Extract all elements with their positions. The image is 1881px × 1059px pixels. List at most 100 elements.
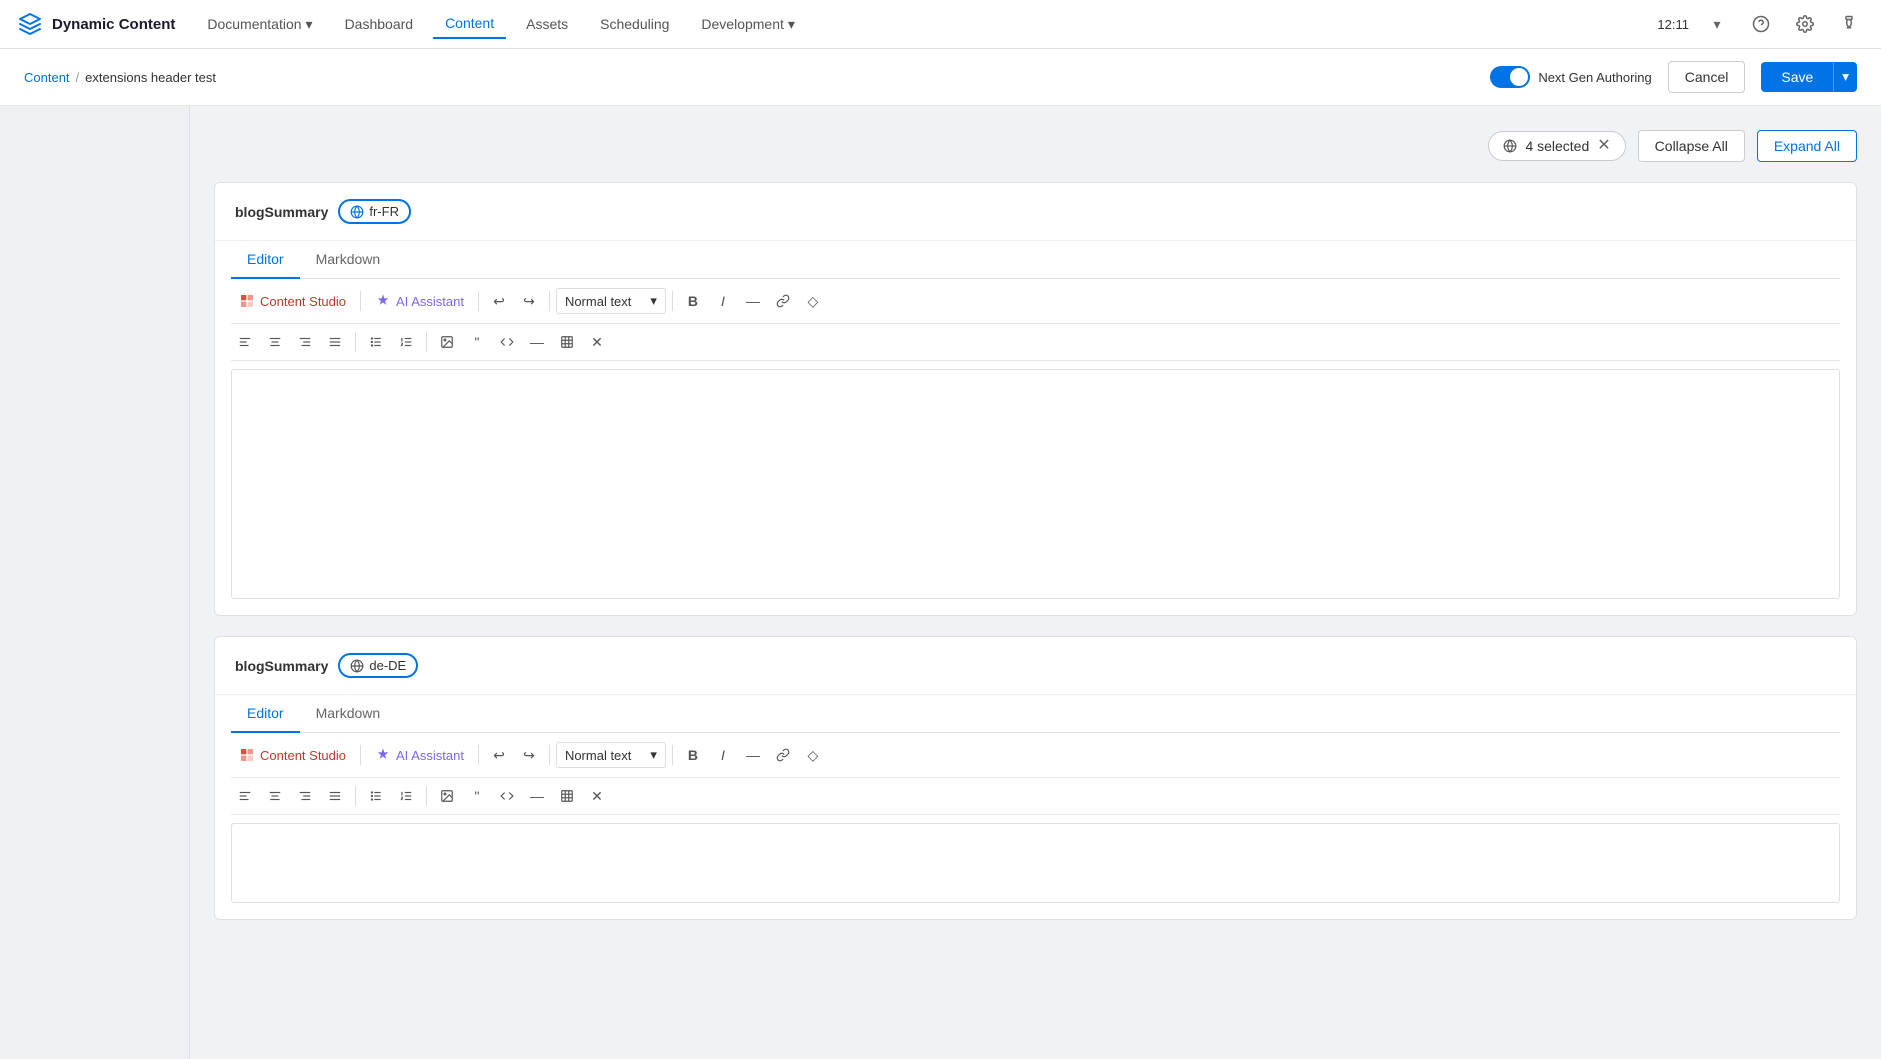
text-format-label-2: Normal text — [565, 748, 631, 763]
italic-button-2[interactable]: I — [709, 741, 737, 769]
current-time: 12:11 — [1657, 17, 1689, 32]
code-btn-1[interactable] — [493, 328, 521, 356]
quote-btn-1[interactable]: " — [463, 328, 491, 356]
clear-format-btn-2[interactable]: ✕ — [583, 782, 611, 810]
tab-editor-2-label: Editor — [247, 705, 284, 721]
image-btn-2[interactable] — [433, 782, 461, 810]
divider-btn-1[interactable]: — — [523, 328, 551, 356]
ol-btn-1[interactable] — [392, 328, 420, 356]
quote-btn-2[interactable]: " — [463, 782, 491, 810]
align-center-btn-1[interactable] — [261, 328, 289, 356]
editor-toolbar-row2-2: " — ✕ — [231, 778, 1840, 815]
text-format-select-1[interactable]: Normal text ▾ — [556, 288, 666, 314]
time-dropdown-icon[interactable]: ▾ — [1701, 8, 1733, 40]
globe-icon-de — [350, 659, 364, 673]
content-studio-button-2[interactable]: Content Studio — [231, 743, 354, 767]
tab-markdown-2[interactable]: Markdown — [300, 695, 397, 733]
align-right-btn-2[interactable] — [291, 782, 319, 810]
ai-assistant-button-1[interactable]: AI Assistant — [367, 289, 472, 313]
locale-selector[interactable]: 4 selected ✕ — [1488, 131, 1625, 161]
justify-btn-2[interactable] — [321, 782, 349, 810]
collapse-all-button[interactable]: Collapse All — [1638, 130, 1745, 162]
next-gen-authoring-toggle[interactable] — [1490, 66, 1530, 88]
align-center-btn-2[interactable] — [261, 782, 289, 810]
locale-clear-icon[interactable]: ✕ — [1597, 138, 1610, 154]
editor-tabs-2: Editor Markdown — [231, 695, 1840, 733]
save-button[interactable]: Save — [1761, 62, 1833, 92]
ul-btn-1[interactable] — [362, 328, 390, 356]
ol-btn-2[interactable] — [392, 782, 420, 810]
app-logo[interactable] — [16, 10, 44, 38]
field-card-1: blogSummary fr-FR Editor Markdown — [214, 182, 1857, 616]
undo-button-1[interactable]: ↩ — [485, 287, 513, 315]
clear-format-btn-1[interactable]: ✕ — [583, 328, 611, 356]
breadcrumb-current: extensions header test — [85, 70, 216, 85]
redo-button-2[interactable]: ↪ — [515, 741, 543, 769]
main-layout: 4 selected ✕ Collapse All Expand All blo… — [0, 106, 1881, 1059]
editor-wrap-2: Editor Markdown Con — [215, 695, 1856, 919]
table-btn-1[interactable] — [553, 328, 581, 356]
bold-button-1[interactable]: B — [679, 287, 707, 315]
field-name-2: blogSummary — [235, 658, 328, 674]
breadcrumb-root[interactable]: Content — [24, 70, 70, 85]
align-right-btn-1[interactable] — [291, 328, 319, 356]
toggle-knob — [1510, 68, 1528, 86]
editor-body-2[interactable] — [231, 823, 1840, 903]
nav-item-scheduling[interactable]: Scheduling — [588, 10, 681, 38]
link-button-2[interactable] — [769, 741, 797, 769]
ai-assistant-label-1: AI Assistant — [396, 294, 464, 309]
nav-item-development[interactable]: Development ▾ — [689, 10, 807, 39]
settings-icon[interactable] — [1789, 8, 1821, 40]
breadcrumb: Content / extensions header test — [24, 70, 216, 85]
align-left-btn-1[interactable] — [231, 328, 259, 356]
image-btn-1[interactable] — [433, 328, 461, 356]
italic-button-1[interactable]: I — [709, 287, 737, 315]
content-studio-label-2: Content Studio — [260, 748, 346, 763]
editor-body-1[interactable] — [231, 369, 1840, 599]
nav-item-content[interactable]: Content — [433, 9, 506, 39]
content-area: 4 selected ✕ Collapse All Expand All blo… — [190, 106, 1881, 1059]
breadcrumb-separator: / — [76, 70, 80, 85]
nav-label-documentation: Documentation — [207, 16, 301, 32]
nav-item-assets[interactable]: Assets — [514, 10, 580, 38]
content-studio-icon-1 — [239, 293, 255, 309]
help-icon[interactable] — [1745, 8, 1777, 40]
diamond-button-1[interactable]: ◇ — [799, 287, 827, 315]
justify-btn-1[interactable] — [321, 328, 349, 356]
text-format-select-2[interactable]: Normal text ▾ — [556, 742, 666, 768]
content-studio-button-1[interactable]: Content Studio — [231, 289, 354, 313]
nav-item-dashboard[interactable]: Dashboard — [333, 10, 426, 38]
cancel-button[interactable]: Cancel — [1668, 61, 1746, 93]
nav-item-documentation[interactable]: Documentation ▾ — [195, 10, 324, 39]
diamond-button-2[interactable]: ◇ — [799, 741, 827, 769]
tab-markdown-1[interactable]: Markdown — [300, 241, 397, 279]
locale-filter-bar: 4 selected ✕ Collapse All Expand All — [214, 130, 1857, 162]
editor-wrap-1: Editor Markdown Con — [215, 241, 1856, 615]
redo-button-1[interactable]: ↪ — [515, 287, 543, 315]
save-dropdown-button[interactable]: ▾ — [1833, 62, 1857, 92]
align-left-btn-2[interactable] — [231, 782, 259, 810]
ai-assistant-button-2[interactable]: AI Assistant — [367, 743, 472, 767]
link-button-1[interactable] — [769, 287, 797, 315]
table-btn-2[interactable] — [553, 782, 581, 810]
expand-all-button[interactable]: Expand All — [1757, 130, 1857, 162]
locale-badge-de[interactable]: de-DE — [338, 653, 418, 678]
ul-btn-2[interactable] — [362, 782, 390, 810]
locale-badge-fr[interactable]: fr-FR — [338, 199, 411, 224]
content-studio-label-1: Content Studio — [260, 294, 346, 309]
field-card-2-header: blogSummary de-DE — [215, 637, 1856, 695]
editor-toolbar-2: Content Studio AI Assistant ↩ ↪ Normal — [231, 733, 1840, 778]
undo-button-2[interactable]: ↩ — [485, 741, 513, 769]
breadcrumb-actions: Next Gen Authoring Cancel Save ▾ — [1490, 61, 1857, 93]
nav-label-development: Development — [701, 16, 784, 32]
notifications-icon[interactable] — [1833, 8, 1865, 40]
bold-button-2[interactable]: B — [679, 741, 707, 769]
divider-btn-2[interactable]: — — [523, 782, 551, 810]
hr-button-1[interactable]: — — [739, 287, 767, 315]
ai-assistant-label-2: AI Assistant — [396, 748, 464, 763]
tab-editor-2[interactable]: Editor — [231, 695, 300, 733]
hr-button-2[interactable]: — — [739, 741, 767, 769]
tab-editor-1[interactable]: Editor — [231, 241, 300, 279]
save-button-wrap: Save ▾ — [1761, 62, 1857, 92]
code-btn-2[interactable] — [493, 782, 521, 810]
